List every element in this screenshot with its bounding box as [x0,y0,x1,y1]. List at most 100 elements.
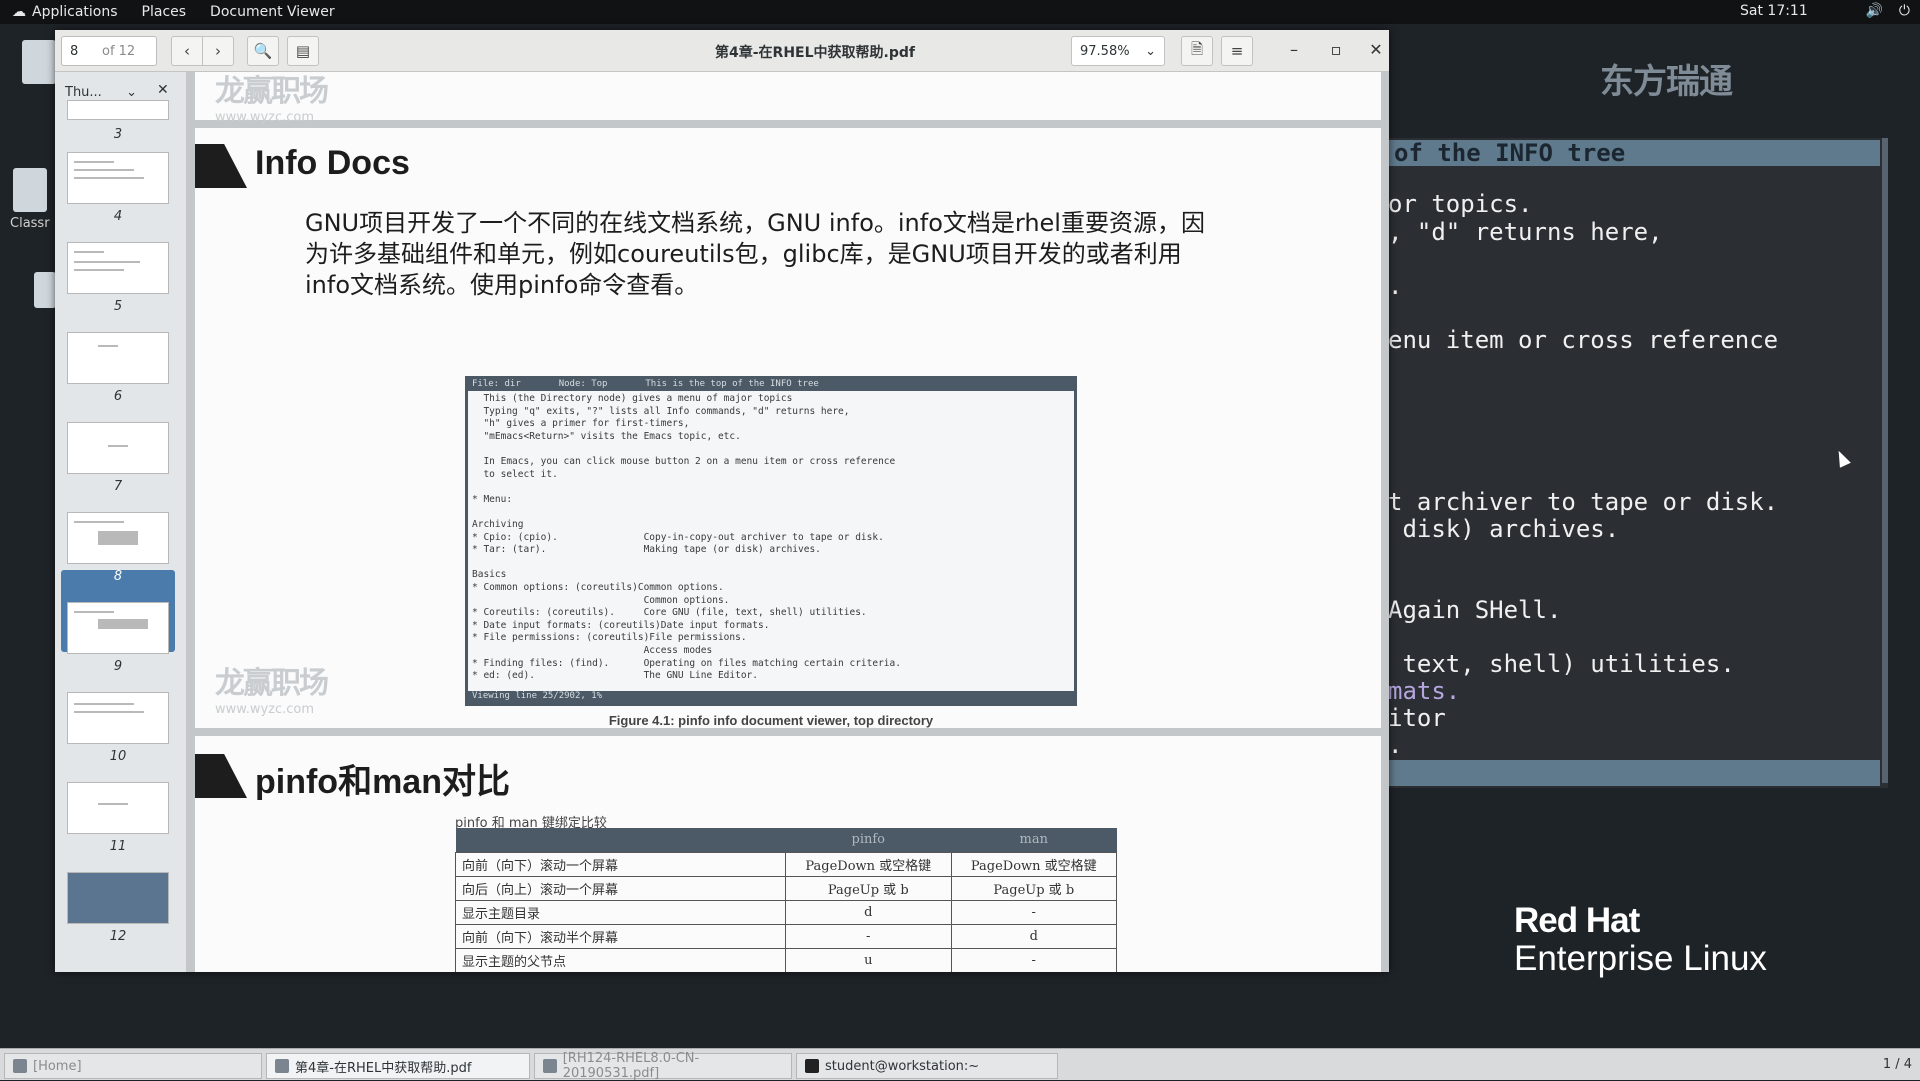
figure-line: Common options. [472,594,730,606]
terminal-line: or topics. [1388,190,1533,218]
terminal-line: text, shell) utilities. [1388,650,1735,678]
figure-line: * Common options: (coreutils)Common opti… [472,582,724,593]
thumbnail-label: 5 [113,299,123,314]
maximize-icon: ▫ [1330,40,1342,59]
terminal-icon [805,1059,819,1073]
figure-line: * ed: (ed). The GNU Line Editor. [472,670,758,682]
thumbnail-label: 3 [113,127,123,142]
workspace-indicator[interactable]: 1 / 4 [1883,1057,1912,1072]
close-icon: ✕ [1369,40,1383,59]
redhat-logo: Red Hat Enterprise Linux [1514,901,1767,978]
previous-page-button[interactable]: ‹ [171,36,203,66]
terminal-line: itor [1388,704,1446,732]
taskbar-item-pdf[interactable]: [RH124-RHEL8.0-CN-20190531.pdf] [534,1051,792,1081]
terminal-line: , "d" returns here, [1388,218,1663,246]
search-button[interactable]: 🔍 [247,36,279,66]
figure-line: Archiving [472,519,524,530]
terminal-line: mats. [1388,677,1461,705]
taskbar-item-home[interactable]: [Home] [4,1053,262,1079]
section-marker [195,754,247,798]
page-thumbnail[interactable] [67,782,169,834]
taskbar-item-pdf-active[interactable]: 第4章-在RHEL中获取帮助.pdf [266,1053,530,1079]
annotations-icon: ▤ [295,42,311,60]
figure-line: * File permissions: (coreutils)File perm… [472,632,747,644]
page-thumbnail[interactable] [67,602,169,654]
menu-button[interactable]: ≡ [1221,36,1253,66]
table-row: 显示主题的父节点 u - [455,947,1117,972]
desktop-icon-computer[interactable] [22,40,56,88]
figure-line: to select it. [472,468,558,480]
thumbnail-label: 12 [109,929,127,944]
trash-icon [34,272,56,308]
figure-line: * Date input formats: (coreutils)Date in… [472,619,770,631]
taskbar-item-terminal[interactable]: student@workstation:~ [796,1053,1058,1079]
keybinding-comparison-table: pinfo man 向前（向下）滚动一个屏幕 PageDown 或空格键 Pag… [455,828,1117,972]
top-bar: ☁ Applications Places Document Viewer Sa… [0,0,1920,24]
chevron-down-icon: ⌄ [126,84,137,100]
document-view[interactable]: 龙赢职场 www.wyzc.com Info Docs GNU项目开发了一个不同… [187,72,1389,972]
thumbnail-label: 10 [109,749,127,764]
table-row: 显示主题目录 d - [455,899,1117,925]
figure-line: "h" gives a primer for first-timers, [472,418,690,430]
terminal-line: disk) archives. [1388,515,1620,543]
terminal-status-bar [1388,760,1880,786]
figure-line: In Emacs, you can click mouse button 2 o… [472,456,896,467]
close-sidebar-button[interactable]: ✕ [157,82,169,98]
terminal-scrollbar[interactable] [1882,138,1888,783]
page-number-field[interactable]: 8 of 12 [61,36,157,66]
page-thumbnail[interactable] [67,872,169,924]
chevron-right-icon: › [215,42,221,60]
search-icon: 🔍 [253,42,273,60]
section-title: pinfo和man对比 [255,763,510,801]
terminal-line: Again SHell. [1388,596,1562,624]
applications-menu[interactable]: ☁ Applications [0,4,130,20]
next-page-button[interactable]: › [202,36,234,66]
thumbnail-label: 7 [113,479,123,494]
power-icon: ⏻ [1898,3,1910,19]
close-button[interactable]: ✕ [1365,40,1387,59]
figure-line: * Coreutils: (coreutils). Core GNU (file… [472,607,867,619]
figure-caption: Figure 4.1: pinfo info document viewer, … [608,713,934,728]
desktop-icon-trash[interactable] [34,272,56,312]
section-paragraph: GNU项目开发了一个不同的在线文档系统，GNU info。info文档是rhel… [305,209,1205,299]
figure-line: Typing "q" exits, "?" lists all Info com… [472,405,850,417]
terminal-header: of the INFO tree [1388,140,1880,166]
thumbnail-label: 4 [113,209,123,224]
maximize-button[interactable]: ▫ [1325,40,1347,59]
section-title: Info Docs [255,144,410,182]
page-thumbnail-selected[interactable] [67,512,169,564]
figure-line: Basics [472,569,507,581]
terminal-line: . [1388,731,1403,759]
zoom-select[interactable]: 97.58% ⌄ [1071,36,1165,66]
table-header-row: pinfo man [455,828,1117,852]
thumbnail-label: 8 [113,569,123,584]
page-thumbnail[interactable] [67,692,169,744]
thumbnail-label: 9 [113,659,123,674]
system-tray[interactable]: 🔊 ⏻ [1865,3,1910,19]
page-thumbnail[interactable] [67,422,169,474]
section-marker [195,144,247,188]
page-thumbnail[interactable] [67,242,169,294]
page-thumbnail[interactable] [67,100,169,120]
thumbnail-sidebar: Thu... ⌄ ✕ 3 4 5 6 7 8 9 10 11 12 [55,72,187,972]
minimize-button[interactable]: – [1283,40,1305,59]
taskbar: [Home] 第4章-在RHEL中获取帮助.pdf [RH124-RHEL8.0… [0,1048,1920,1081]
figure-line: * Finding files: (find). Operating on fi… [472,657,901,669]
background-terminal[interactable]: of the INFO tree or topics. , "d" return… [1388,138,1888,788]
places-menu[interactable]: Places [130,4,199,20]
figure-line: * Tar: (tar). Making tape (or disk) arch… [472,544,821,556]
close-icon: ✕ [157,82,169,98]
chevron-left-icon: ‹ [184,42,190,60]
folder-icon [13,1059,27,1073]
pdf-icon [275,1059,289,1073]
page-thumbnail[interactable] [67,152,169,204]
chevron-down-icon: ⌄ [1145,43,1156,59]
annotations-button[interactable]: ▤ [287,36,319,66]
app-menu[interactable]: Document Viewer [198,4,347,20]
page-mode-button[interactable]: 🗎 [1181,36,1213,66]
page-thumbnail[interactable] [67,332,169,384]
volume-icon: 🔊 [1865,3,1883,19]
desktop-icon-classroom[interactable]: Classr [10,168,50,231]
clock[interactable]: Sat 17:11 [1740,3,1808,19]
watermark: 龙赢职场 www.wyzc.com [215,74,329,125]
